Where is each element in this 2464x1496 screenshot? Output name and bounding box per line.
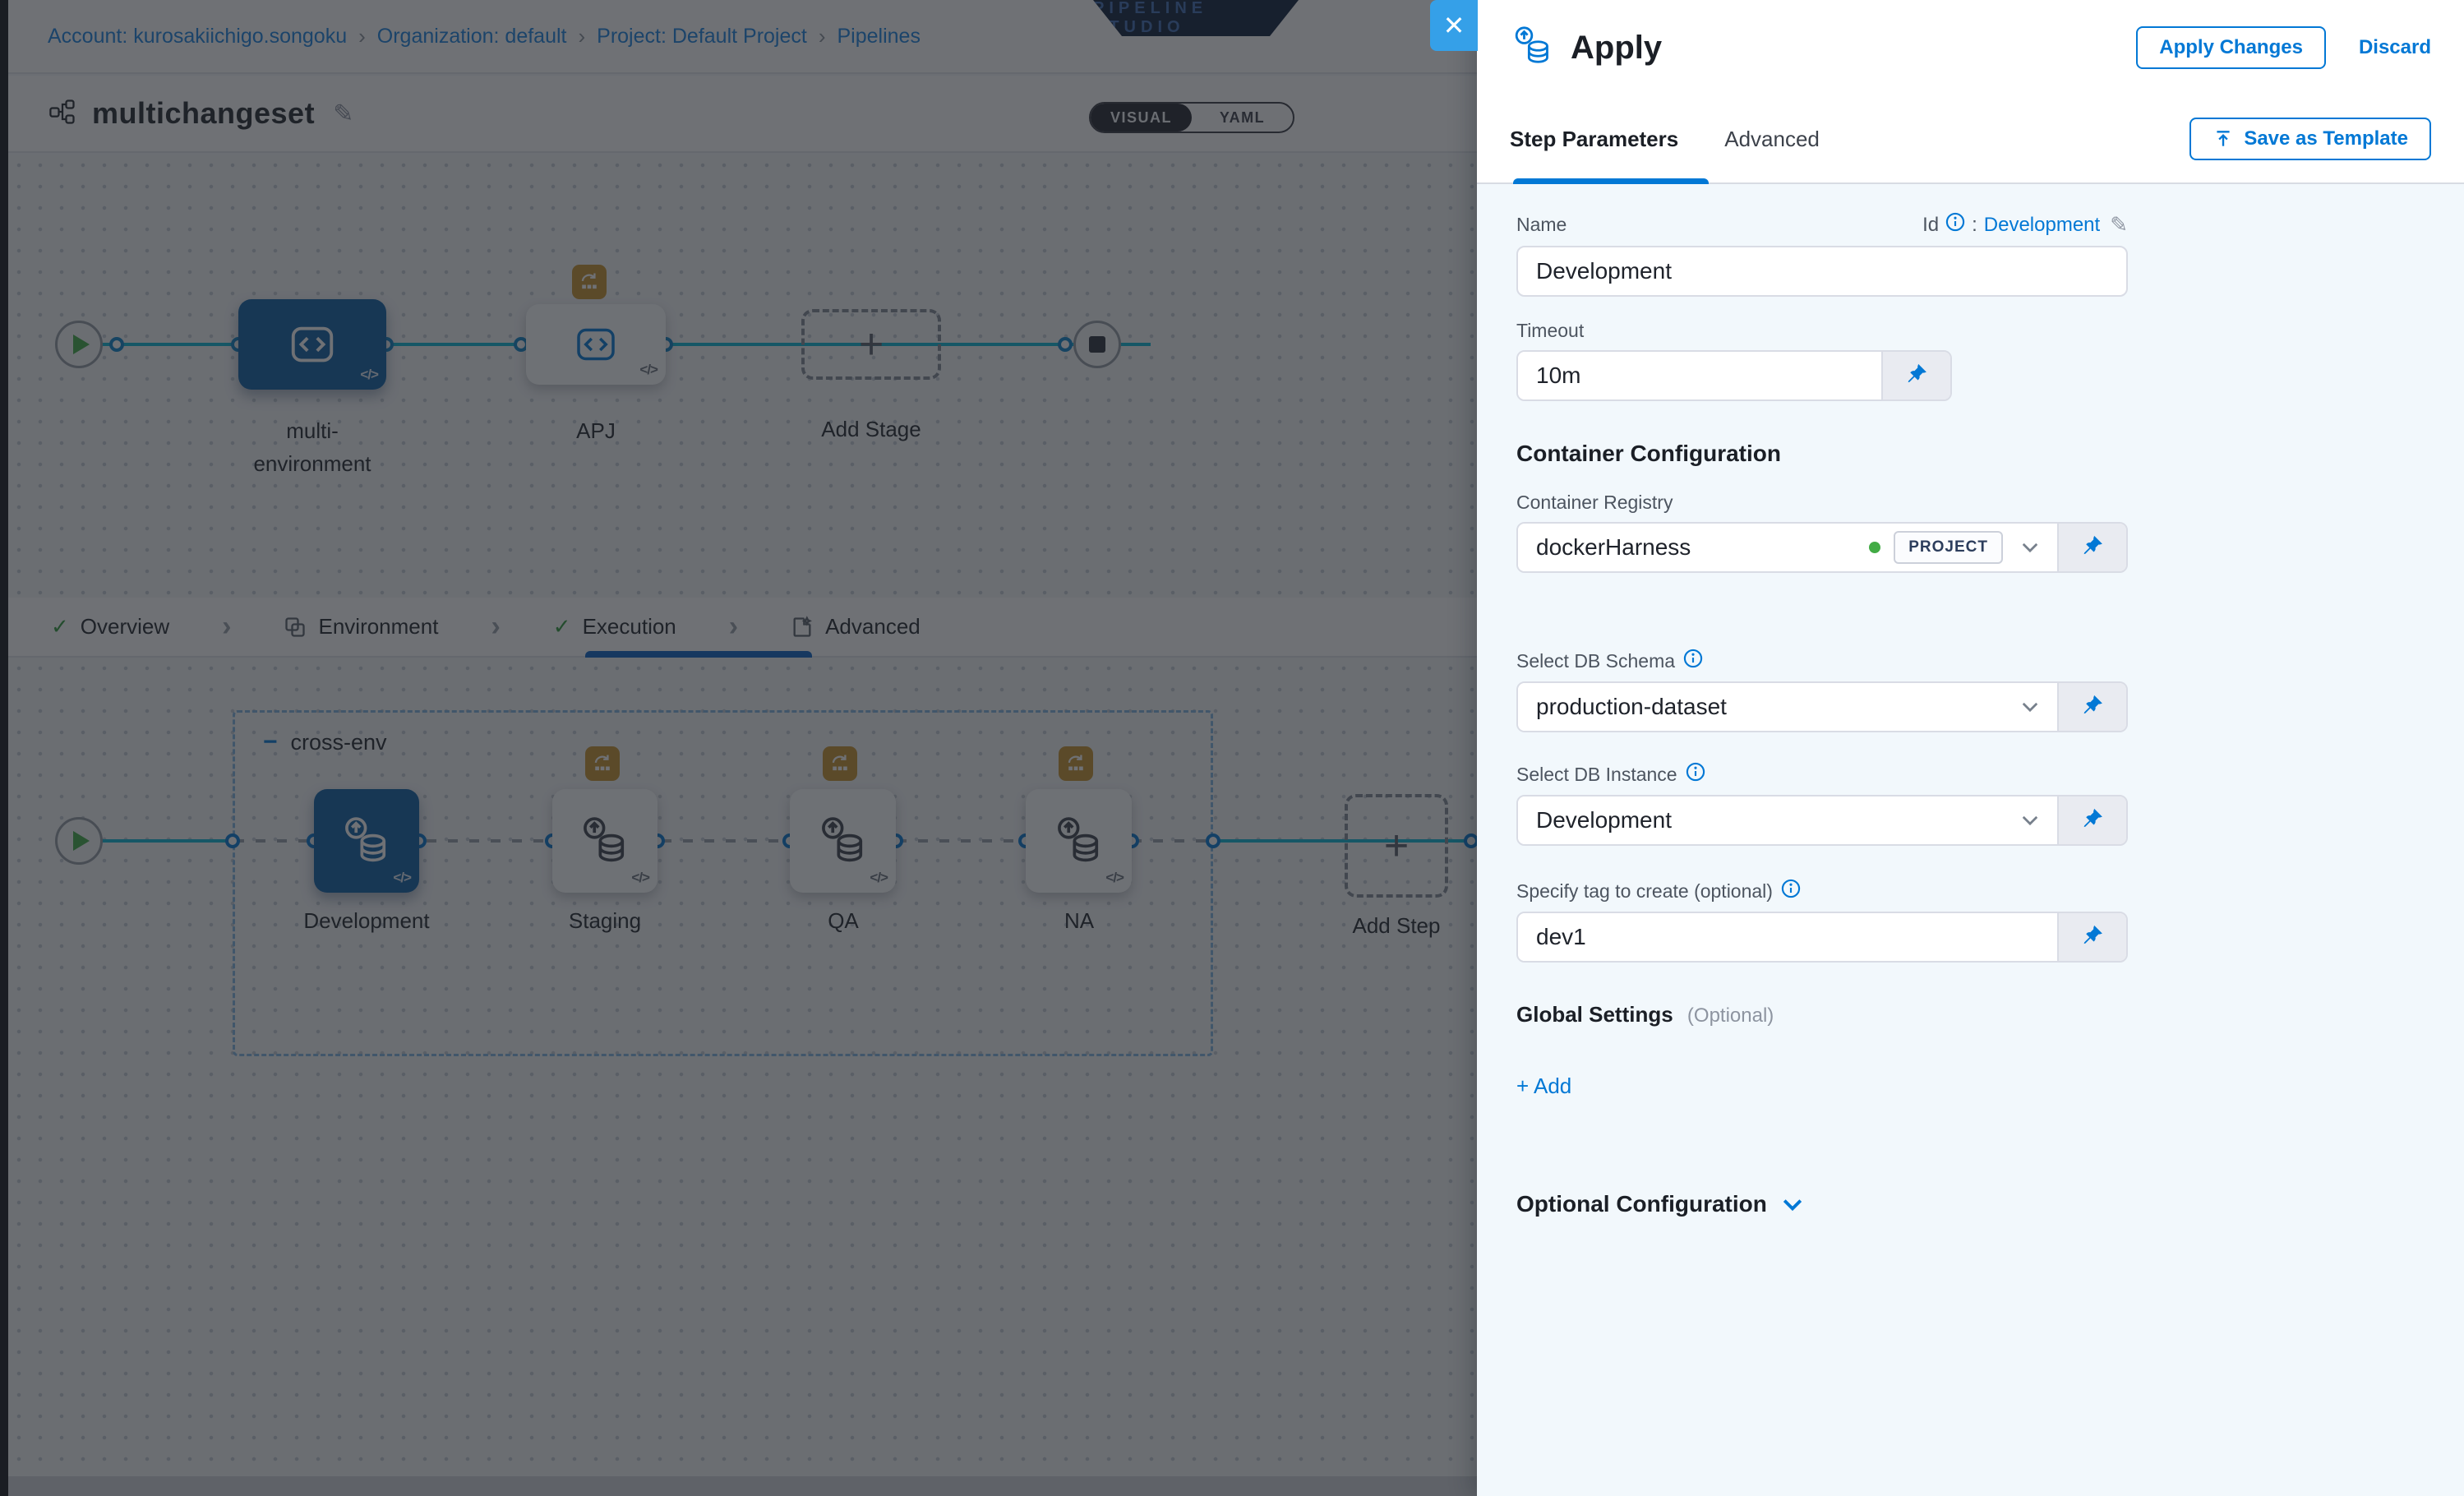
timeout-field [1516,350,1952,401]
container-configuration-heading: Container Configuration [1516,441,2128,467]
db-schema-label-text: Select DB Schema [1516,650,1675,672]
discard-button[interactable]: Discard [2359,36,2431,59]
upload-icon [2213,128,2234,150]
optional-configuration-toggle[interactable]: Optional Configuration [1516,1191,1803,1217]
db-instance-value[interactable]: Development [1518,796,2003,844]
global-settings-optional: (Optional) [1687,1004,1774,1027]
container-registry-label: Container Registry [1516,492,2128,514]
connected-status-dot [1869,542,1880,553]
add-global-setting-link[interactable]: + Add [1516,1074,1571,1099]
db-instance-label: Select DB Instance [1516,762,2128,787]
save-as-template-label: Save as Template [2244,127,2408,150]
container-registry-extras: PROJECT [1869,524,2003,571]
container-registry-field: dockerHarness PROJECT [1516,522,2128,573]
info-icon[interactable] [1781,879,1801,903]
chevron-down-icon [2021,542,2039,553]
apply-step-icon [1510,23,1556,73]
tag-pin-button[interactable] [2057,913,2126,961]
chevron-down-icon [2021,815,2039,826]
db-schema-select[interactable]: production-dataset [1516,681,2128,732]
timeout-pin-button[interactable] [1881,352,1950,399]
db-schema-label: Select DB Schema [1516,649,2128,673]
step-id-row: Id : Development ✎ [1922,212,2128,238]
db-instance-select[interactable]: Development [1516,795,2128,846]
tag-label: Specify tag to create (optional) [1516,879,2128,903]
info-icon[interactable] [1686,762,1705,787]
close-icon: ✕ [1443,10,1465,41]
timeout-label: Timeout [1516,320,2128,342]
edit-id-pencil-icon[interactable]: ✎ [2110,212,2128,238]
id-colon: : [1972,214,1977,237]
container-registry-value[interactable]: dockerHarness [1518,524,1869,571]
step-title: Apply [1571,30,2136,67]
scope-badge: PROJECT [1894,531,2003,564]
container-registry-dropdown-chevron[interactable] [2003,524,2057,571]
db-instance-label-text: Select DB Instance [1516,764,1677,786]
chevron-down-icon [2021,701,2039,713]
tag-label-text: Specify tag to create (optional) [1516,880,1773,903]
step-id-value: Development [1984,214,2100,237]
pushpin-icon [1904,363,1929,388]
apply-changes-button[interactable]: Apply Changes [2136,26,2326,69]
id-label: Id [1922,214,1939,237]
db-schema-value[interactable]: production-dataset [1518,683,2003,731]
close-drawer-button[interactable]: ✕ [1430,0,1478,51]
pushpin-icon [2080,535,2105,560]
optional-configuration-label: Optional Configuration [1516,1191,1767,1217]
tab-step-parameters[interactable]: Step Parameters [1510,127,1678,152]
db-instance-pin-button[interactable] [2057,796,2126,844]
tab-advanced[interactable]: Advanced [1724,127,1820,152]
pushpin-icon [2080,808,2105,833]
step-parameters-form: Name Id : Development ✎ Timeout [1477,212,2464,1217]
global-settings-row: Global Settings (Optional) [1516,1002,2128,1027]
chevron-down-icon [1782,1198,1803,1212]
name-label: Name [1516,214,1567,236]
tag-field [1516,912,2128,963]
panel-tabs: Step Parameters Advanced Save as Templat… [1477,95,2464,184]
tag-input[interactable] [1518,913,2057,961]
pushpin-icon [2080,695,2105,719]
info-icon[interactable] [1945,212,1965,238]
pipeline-studio-app: Account: kurosakiichigo.songoku › Organi… [0,0,2464,1496]
timeout-input[interactable] [1518,352,1881,399]
step-config-header: Apply Apply Changes Discard [1477,0,2464,95]
db-schema-pin-button[interactable] [2057,683,2126,731]
save-as-template-button[interactable]: Save as Template [2189,118,2431,160]
modal-dim-overlay [0,0,1477,1496]
name-input[interactable] [1516,246,2128,297]
container-registry-pin-button[interactable] [2057,524,2126,571]
pushpin-icon [2080,925,2105,949]
step-config-panel: Apply Apply Changes Discard Step Paramet… [1477,0,2464,1496]
active-panel-tab-indicator [1513,178,1709,184]
db-instance-dropdown-chevron[interactable] [2003,796,2057,844]
global-settings-label: Global Settings [1516,1002,1673,1027]
info-icon[interactable] [1683,649,1703,673]
db-schema-dropdown-chevron[interactable] [2003,683,2057,731]
